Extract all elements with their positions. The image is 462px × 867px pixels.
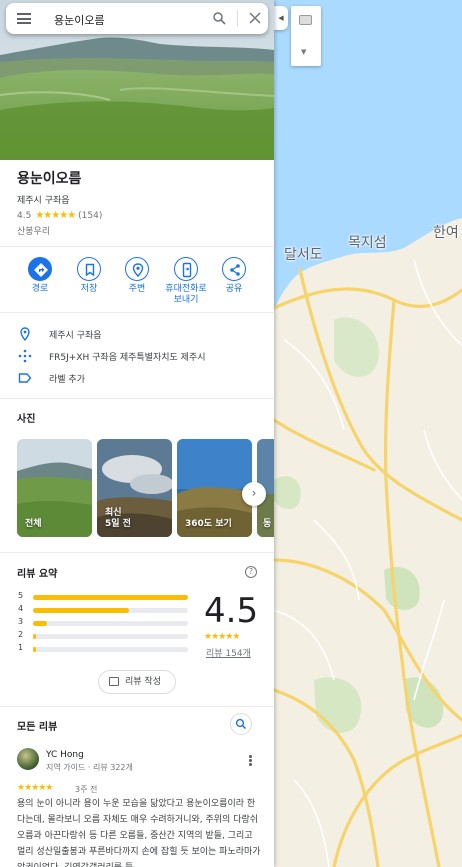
map-label-2: 목지섬 bbox=[348, 235, 387, 251]
more-options-icon[interactable] bbox=[249, 755, 252, 767]
photo-360-label: 360도 보기 bbox=[185, 519, 232, 529]
map-label-3: 한여 bbox=[433, 225, 459, 241]
send-to-phone-icon bbox=[182, 262, 192, 278]
hero-photo[interactable]: 용눈이오름 bbox=[0, 0, 274, 160]
place-title: 용눈이오름 bbox=[17, 171, 82, 187]
rating-bar-3: 3 bbox=[18, 617, 188, 627]
write-review-icon bbox=[109, 677, 119, 686]
bar-star-label: 4 bbox=[18, 604, 24, 613]
menu-icon[interactable] bbox=[17, 13, 31, 24]
map-label-1: 달서도 bbox=[284, 247, 323, 263]
divider bbox=[0, 706, 274, 707]
send-to-phone-button[interactable]: 휴대전화로 보내기 bbox=[161, 257, 211, 306]
location-pin-icon bbox=[20, 327, 30, 341]
layers-icon bbox=[299, 15, 312, 25]
photo-360[interactable]: 360도 보기 bbox=[177, 439, 252, 537]
close-icon[interactable] bbox=[249, 12, 261, 24]
add-label-text: 라벨 추가 bbox=[49, 375, 85, 385]
overall-stars: ★★★★★ bbox=[204, 632, 240, 642]
review-stars: ★★★★★ bbox=[17, 783, 53, 793]
rating-bar-1: 1 bbox=[18, 643, 188, 653]
divider bbox=[0, 246, 274, 247]
photo-latest[interactable]: 최신 5일 전 bbox=[97, 439, 172, 537]
avatar[interactable] bbox=[17, 748, 39, 770]
place-subtitle: 제주시 구좌읍 bbox=[17, 196, 70, 206]
address-text: 제주시 구좌읍 bbox=[49, 331, 102, 341]
review-count[interactable]: (154) bbox=[78, 211, 102, 221]
overall-rating: 4.5 bbox=[204, 591, 259, 631]
write-review-button[interactable]: 리뷰 작성 bbox=[98, 670, 176, 694]
chevron-right-icon: › bbox=[251, 486, 257, 500]
bar-star-label: 5 bbox=[18, 591, 24, 600]
directions-button[interactable]: 경로 bbox=[15, 257, 65, 295]
label-icon bbox=[18, 373, 32, 383]
rating-summary[interactable]: 4.5 ★★★★★ (154) bbox=[17, 210, 102, 221]
rating-value: 4.5 bbox=[17, 210, 32, 221]
action-bar: 경로 저장 주변 휴대전화로 보내기 공유 bbox=[0, 257, 274, 311]
search-input[interactable]: 용눈이오름 bbox=[54, 12, 105, 28]
plus-code-row[interactable]: FR5J+XH 구좌읍 제주특별자치도 제주시 bbox=[18, 349, 268, 363]
divider bbox=[0, 398, 274, 399]
map-graphic bbox=[274, 0, 462, 867]
search-icon bbox=[235, 718, 247, 730]
divider bbox=[0, 552, 274, 553]
search-reviews-button[interactable] bbox=[230, 713, 252, 735]
search-box[interactable]: 용눈이오름 bbox=[6, 3, 268, 34]
place-panel: 용눈이오름 용눈이오름 제주시 구좌읍 4.5 ★★★★★ (154) 산봉우리 bbox=[0, 0, 274, 867]
photos-heading: 사진 bbox=[17, 414, 36, 425]
photo-more-label: 동 bbox=[263, 519, 272, 529]
reviewer-name[interactable]: YC Hong bbox=[46, 750, 84, 760]
plus-code-text: FR5J+XH 구좌읍 제주특별자치도 제주시 bbox=[49, 353, 206, 363]
save-button[interactable]: 저장 bbox=[64, 257, 114, 295]
place-category[interactable]: 산봉우리 bbox=[17, 224, 50, 237]
nearby-icon bbox=[132, 263, 144, 278]
send-to-phone-label: 휴대전화로 보내기 bbox=[165, 284, 207, 305]
bar-star-label: 1 bbox=[18, 643, 24, 652]
directions-icon bbox=[34, 263, 48, 277]
rating-bar-4: 4 bbox=[18, 604, 188, 614]
nearby-label: 주변 bbox=[128, 284, 146, 294]
all-reviews-heading: 모든 리뷰 bbox=[17, 722, 58, 733]
help-icon[interactable]: ? bbox=[245, 566, 257, 578]
address-row[interactable]: 제주시 구좌읍 bbox=[18, 327, 268, 341]
photos-next-button[interactable]: › bbox=[242, 482, 266, 506]
caret-down-icon: ▼ bbox=[301, 48, 307, 56]
bar-star-label: 3 bbox=[18, 617, 24, 626]
review-date: 3주 전 bbox=[75, 785, 98, 794]
review-summary-heading: 리뷰 요약 bbox=[17, 569, 58, 580]
rating-bar-5: 5 bbox=[18, 591, 188, 601]
bookmark-icon bbox=[85, 263, 95, 277]
search-divider bbox=[237, 10, 238, 27]
bar-star-label: 2 bbox=[18, 630, 24, 639]
reviewer-meta: 지역 가이드 · 리뷰 322개 bbox=[46, 763, 133, 772]
map-layers-control[interactable]: ▼ bbox=[291, 6, 321, 66]
write-review-label: 리뷰 작성 bbox=[125, 677, 161, 687]
share-button[interactable]: 공유 bbox=[209, 257, 259, 295]
photo-latest-label: 최신 5일 전 bbox=[105, 508, 131, 529]
photo-all[interactable]: 전체 bbox=[17, 439, 92, 537]
review-count-link[interactable]: 리뷰 154개 bbox=[206, 646, 251, 659]
nearby-button[interactable]: 주변 bbox=[112, 257, 162, 295]
search-icon[interactable] bbox=[213, 12, 226, 25]
rating-stars: ★★★★★ bbox=[35, 210, 76, 221]
directions-label: 경로 bbox=[31, 284, 49, 294]
review-text: 용의 눈이 아니라 용이 누운 모습을 닮았다고 용눈이오름이라 한다는데, 몰… bbox=[17, 799, 261, 867]
rating-bar-2: 2 bbox=[18, 630, 188, 640]
share-label: 공유 bbox=[225, 284, 243, 294]
add-label-row[interactable]: 라벨 추가 bbox=[18, 371, 268, 385]
map-canvas[interactable]: 달서도 목지섬 한여 bbox=[274, 0, 462, 867]
share-icon bbox=[230, 264, 240, 276]
collapse-panel-button[interactable]: ◀ bbox=[274, 6, 288, 30]
plus-code-icon bbox=[18, 349, 32, 363]
save-label: 저장 bbox=[80, 284, 98, 294]
divider bbox=[0, 312, 274, 313]
photo-all-label: 전체 bbox=[25, 519, 42, 529]
